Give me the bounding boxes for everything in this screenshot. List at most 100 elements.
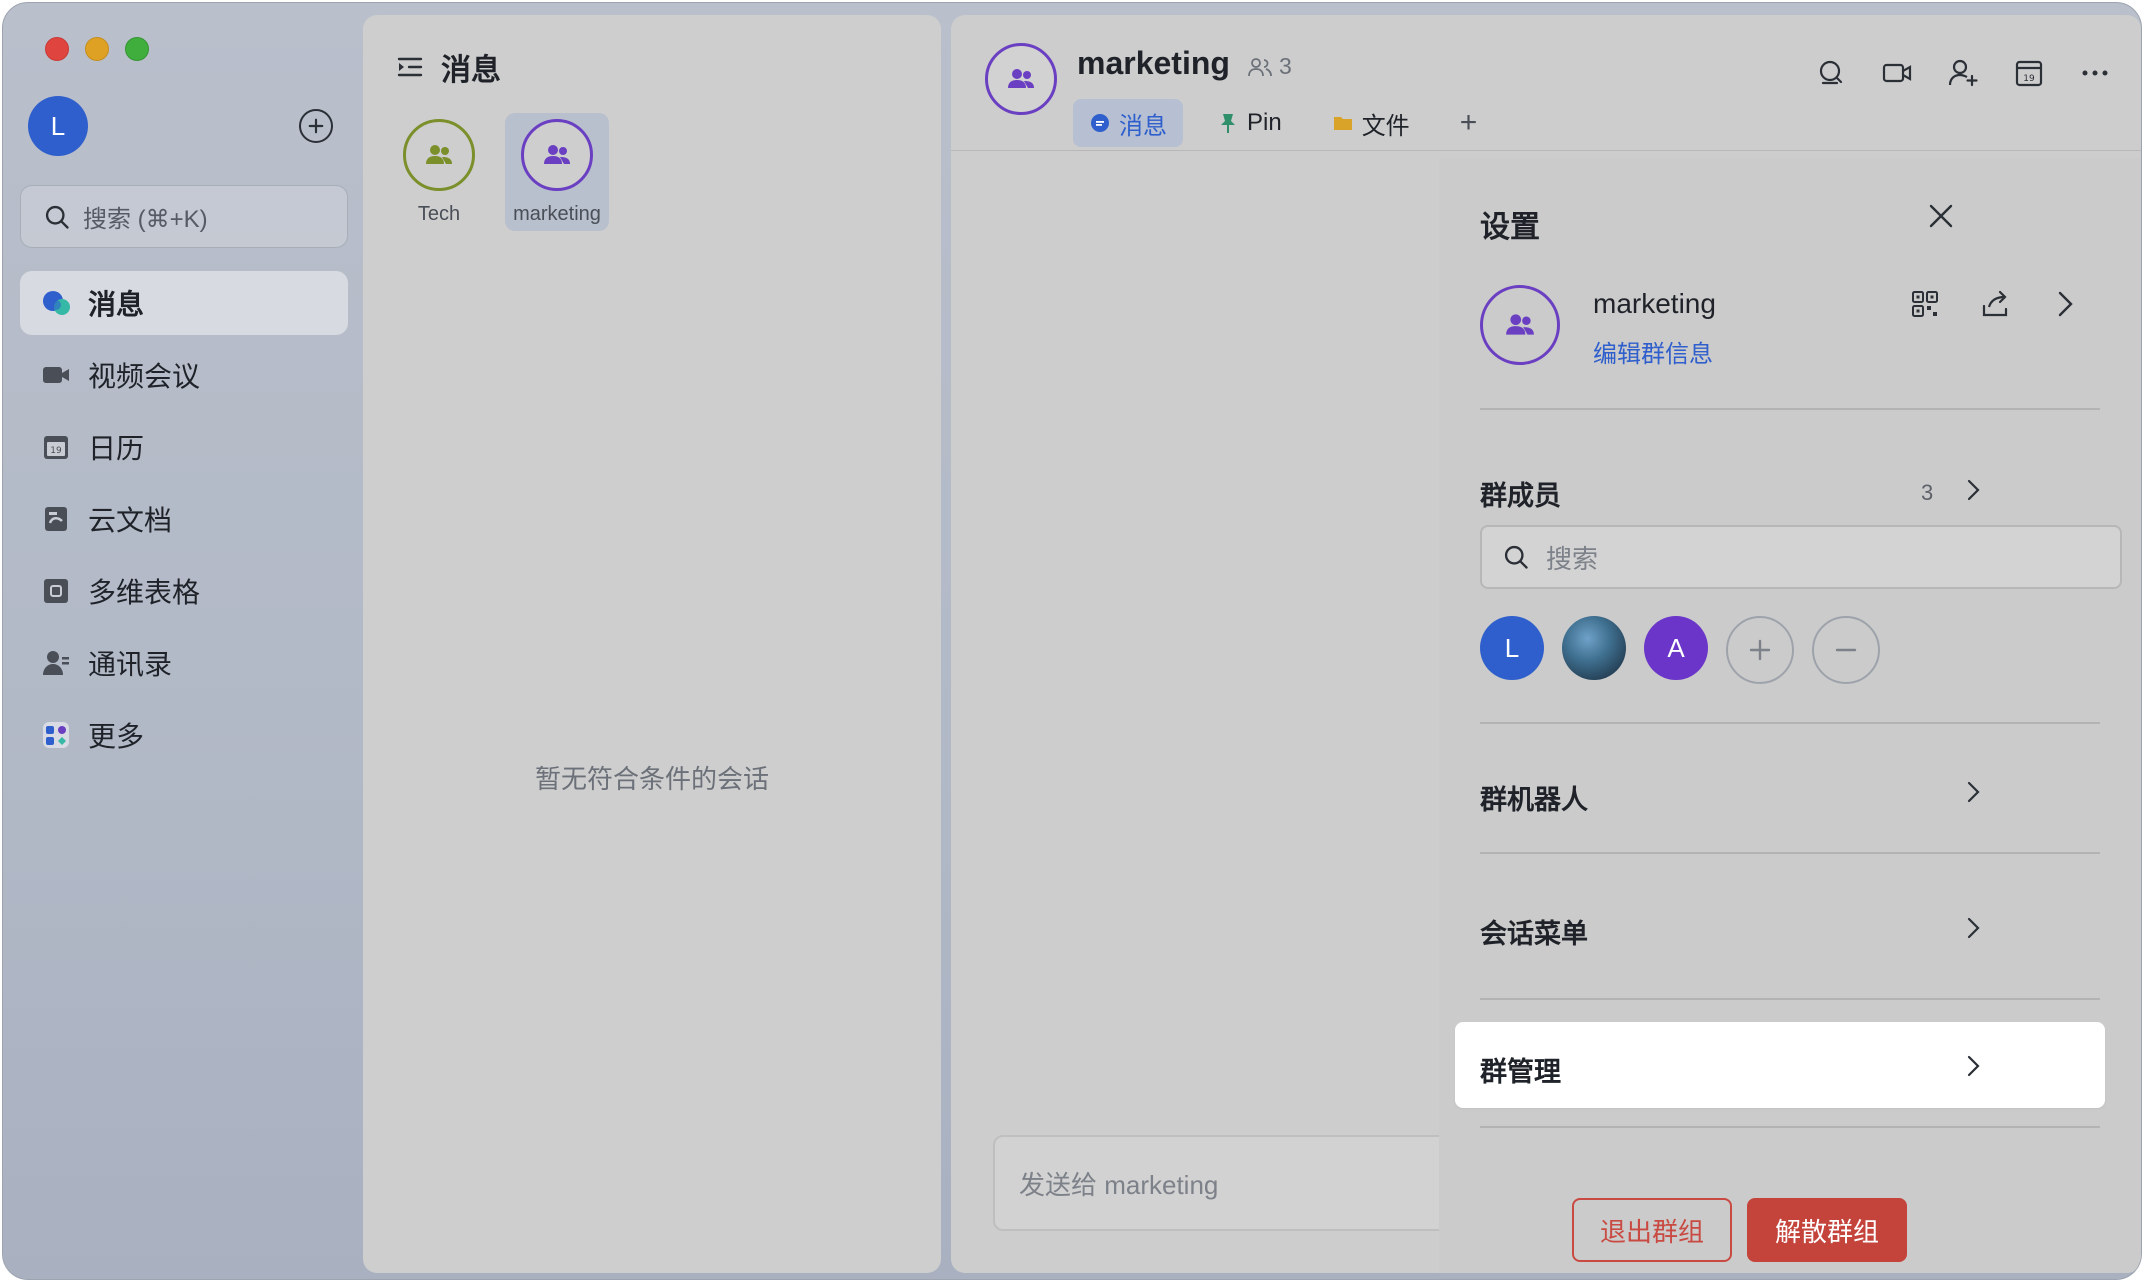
group-people-icon (1008, 69, 1034, 88)
settings-title: 设置 (1480, 211, 1540, 244)
tab-messages[interactable]: 消息 (1073, 99, 1183, 147)
members-icon (1248, 57, 1272, 76)
add-member-icon[interactable] (1947, 57, 1979, 89)
divider (1480, 998, 2100, 1000)
add-tab-button[interactable]: + (1444, 99, 1494, 147)
more-options-icon[interactable] (2079, 57, 2111, 89)
sidebar-item-messages[interactable]: 消息 (20, 271, 348, 335)
minus-icon (1835, 648, 1857, 652)
sidebar-item-contacts[interactable]: 通讯录 (20, 631, 348, 695)
close-icon[interactable] (1925, 200, 1957, 232)
tab-files[interactable]: 文件 (1316, 99, 1426, 147)
calendar-icon[interactable]: 19 (2013, 57, 2045, 89)
edit-group-info-link[interactable]: 编辑群信息 (1593, 334, 1713, 369)
chat-header-actions: 19 (1815, 57, 2111, 89)
cloud-doc-icon (40, 503, 72, 535)
chat-panel: marketing 3 消息 Pin 文件 + 19 发送给 marketing… (951, 15, 2141, 1273)
share-icon[interactable] (1979, 288, 2011, 320)
settings-group-avatar[interactable] (1480, 285, 1560, 365)
divider (1480, 408, 2100, 410)
chat-tile-marketing[interactable]: marketing (505, 113, 609, 231)
chat-tile-label: Tech (417, 203, 461, 225)
remove-member-button[interactable] (1812, 616, 1880, 684)
chat-title[interactable]: marketing (1077, 45, 1230, 82)
tab-label: 文件 (1361, 112, 1410, 140)
sidebar-item-calendar[interactable]: 19 日历 (20, 415, 348, 479)
members-section-title[interactable]: 群成员 (1480, 474, 1561, 513)
chat-list-panel: 消息 Tech marketing 暂无符合条件的会话 (363, 15, 941, 1273)
app-window: L 搜索 (⌘+K) 消息 视频会议 19 日历 云文档 多维表格 通讯录 更多… (2, 2, 2142, 1280)
sidebar-item-base[interactable]: 多维表格 (20, 559, 348, 623)
add-member-button[interactable] (1726, 616, 1794, 684)
member-avatar[interactable]: A (1644, 616, 1708, 680)
chat-bubble-icon (40, 287, 72, 319)
member-avatar-photo[interactable] (1562, 616, 1626, 680)
settings-group-name: marketing (1593, 288, 1716, 319)
chevron-right-icon[interactable] (1961, 916, 1985, 940)
zoom-window-button[interactable] (125, 37, 149, 61)
sidebar-item-label: 多维表格 (88, 577, 201, 608)
group-bots-row[interactable]: 群机器人 (1480, 778, 1588, 817)
folder-icon (1333, 117, 1352, 130)
divider (1480, 722, 2100, 724)
dissolve-group-button[interactable]: 解散群组 (1747, 1198, 1907, 1262)
group-people-icon (1506, 314, 1534, 335)
filter-list-icon[interactable] (395, 52, 425, 82)
chevron-right-icon[interactable] (1961, 1054, 1985, 1078)
member-count[interactable]: 3 (1247, 53, 1292, 80)
empty-state-text: 暂无符合条件的会话 (534, 764, 769, 794)
chevron-right-icon[interactable] (2049, 288, 2081, 320)
group-avatar (521, 119, 593, 191)
left-sidebar: L 搜索 (⌘+K) 消息 视频会议 19 日历 云文档 多维表格 通讯录 更多 (3, 3, 363, 1279)
contacts-icon (40, 647, 72, 679)
member-search-placeholder: 搜索 (1546, 543, 1599, 574)
pin-icon (1221, 114, 1235, 133)
group-info-actions (1909, 288, 2081, 320)
minimize-window-button[interactable] (85, 37, 109, 61)
plus-icon (1749, 639, 1771, 661)
tab-label: 消息 (1119, 112, 1167, 140)
chat-bubble-icon (1091, 114, 1109, 132)
session-menu-row[interactable]: 会话菜单 (1480, 912, 1588, 951)
chat-group-avatar[interactable] (985, 43, 1057, 115)
global-search-placeholder: 搜索 (⌘+K) (83, 206, 208, 233)
group-people-icon (426, 145, 452, 164)
tab-label: Pin (1247, 109, 1282, 136)
search-chat-icon[interactable] (1815, 57, 1847, 89)
group-avatar (403, 119, 475, 191)
close-window-button[interactable] (45, 37, 69, 61)
tab-pin[interactable]: Pin (1201, 99, 1298, 147)
chat-tabs: 消息 Pin 文件 + (1073, 99, 1493, 147)
svg-text:19: 19 (50, 446, 62, 456)
sidebar-nav: 消息 视频会议 19 日历 云文档 多维表格 通讯录 更多 (20, 271, 348, 775)
chevron-right-icon[interactable] (1961, 780, 1985, 804)
sidebar-item-label: 消息 (88, 289, 145, 320)
sidebar-item-more[interactable]: 更多 (20, 703, 348, 767)
member-count-value: 3 (1279, 53, 1292, 79)
qr-code-icon[interactable] (1909, 288, 1941, 320)
member-avatars: L A (1480, 616, 1880, 684)
sidebar-item-label: 视频会议 (88, 361, 201, 392)
user-avatar[interactable]: L (28, 96, 88, 156)
leave-group-button[interactable]: 退出群组 (1572, 1198, 1732, 1262)
sidebar-item-label: 云文档 (88, 505, 173, 536)
chat-tile-tech[interactable]: Tech (387, 113, 491, 231)
sidebar-item-video-meeting[interactable]: 视频会议 (20, 343, 348, 407)
more-apps-icon (40, 719, 72, 751)
video-call-icon[interactable] (1881, 57, 1913, 89)
member-avatar[interactable]: L (1480, 616, 1544, 680)
chat-list-header: 消息 (395, 45, 501, 89)
composer-placeholder: 发送给 marketing (1019, 1169, 1219, 1200)
chat-header: marketing 3 消息 Pin 文件 + 19 (951, 15, 2141, 151)
add-circle-icon[interactable] (299, 109, 333, 143)
search-icon (1504, 545, 1528, 569)
chevron-right-icon[interactable] (1961, 478, 1985, 502)
sidebar-item-docs[interactable]: 云文档 (20, 487, 348, 551)
svg-text:19: 19 (2023, 74, 2035, 84)
base-table-icon (40, 575, 72, 607)
member-search-input[interactable]: 搜索 (1480, 525, 2122, 589)
settings-panel: 设置 marketing 编辑群信息 群成员 3 搜索 L A 群机器人 会话菜… (1439, 158, 2141, 1273)
chat-tile-label: marketing (513, 203, 601, 225)
global-search-input[interactable]: 搜索 (⌘+K) (20, 185, 348, 248)
sidebar-item-label: 更多 (88, 721, 145, 752)
